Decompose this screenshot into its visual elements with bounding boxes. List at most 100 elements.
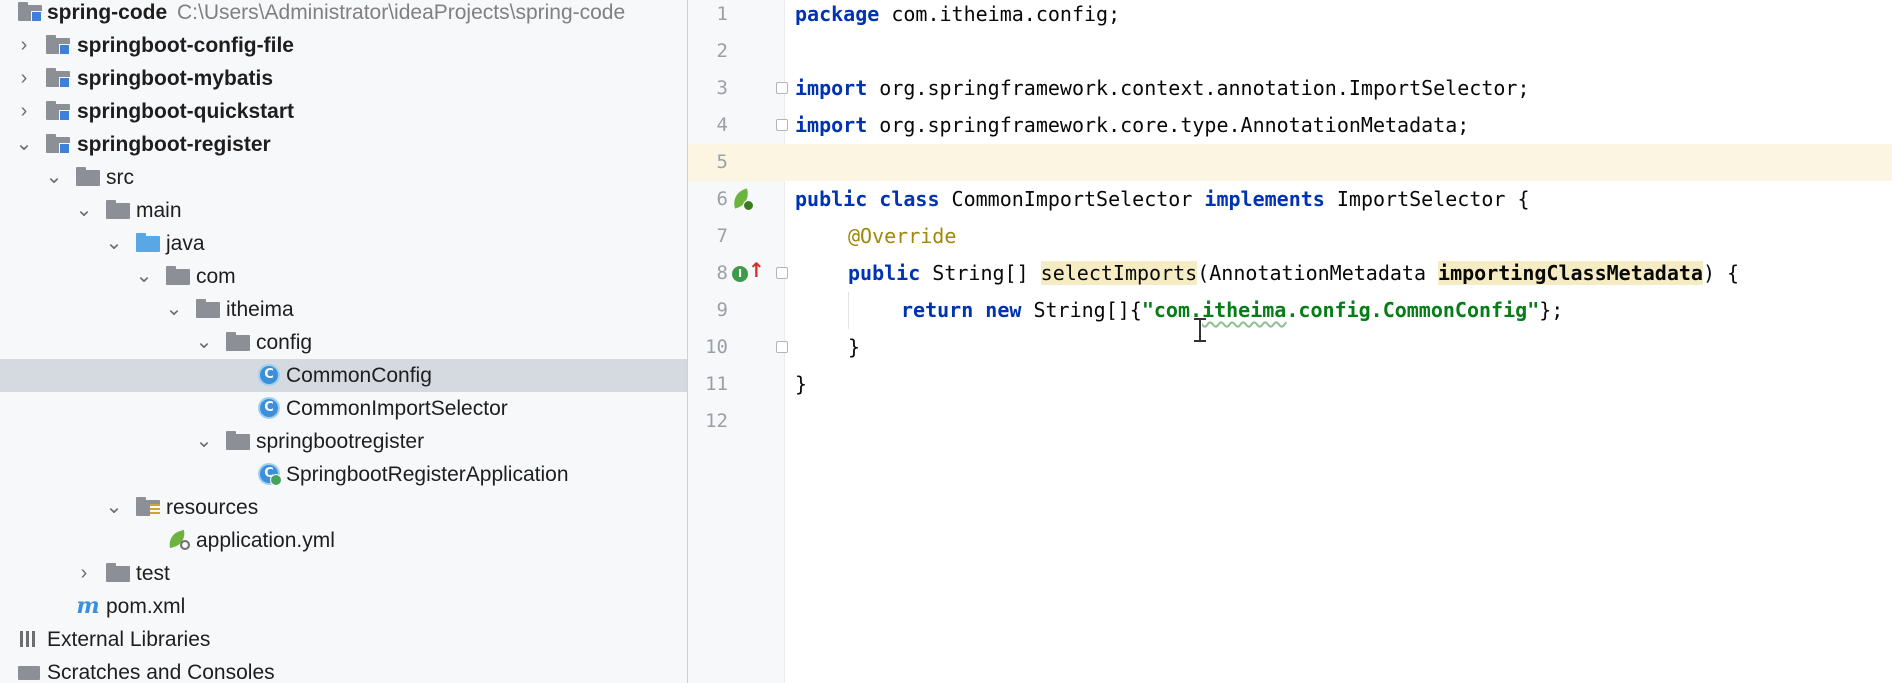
code-line[interactable]: 1 package com.itheima.config;: [688, 0, 1892, 33]
chevron-down-icon[interactable]: ⌄: [134, 264, 154, 288]
chevron-down-icon[interactable]: ⌄: [194, 429, 214, 453]
tree-item-label: External Libraries: [47, 628, 211, 651]
fold-icon[interactable]: [776, 267, 788, 279]
run-badge-icon: [270, 474, 282, 486]
tree-item-springboot-mybatis[interactable]: › springboot-mybatis: [0, 62, 687, 95]
chevron-down-icon[interactable]: ⌄: [194, 330, 214, 354]
spring-config-file-icon: [166, 529, 190, 550]
folder-icon: [106, 563, 130, 583]
code-line[interactable]: 2: [688, 33, 1892, 70]
chevron-down-icon[interactable]: ⌄: [104, 231, 124, 255]
module-folder-icon: [18, 2, 42, 22]
line-number: 8: [716, 262, 728, 284]
class-icon: C: [258, 364, 280, 386]
tree-item-label: test: [136, 562, 170, 585]
tree-item-label: springboot-mybatis: [77, 67, 274, 90]
tree-item-root[interactable]: spring-code C:\Users\Administrator\ideaP…: [0, 0, 687, 29]
chevron-down-icon[interactable]: ⌄: [14, 132, 34, 156]
module-folder-icon: [46, 101, 70, 121]
package-icon: [166, 266, 190, 286]
tree-item-label: com: [196, 265, 236, 288]
tree-item-resources[interactable]: ⌄ resources: [0, 491, 687, 524]
folder-icon: [76, 167, 100, 187]
maven-icon: m: [76, 593, 100, 619]
line-number: 4: [716, 114, 728, 136]
code-text: import org.springframework.core.type.Ann…: [795, 113, 1470, 137]
code-line[interactable]: 7 @Override: [688, 218, 1892, 255]
class-icon: C: [258, 397, 280, 419]
code-line[interactable]: 10 }: [688, 329, 1892, 366]
tree-item-commonimportselector[interactable]: C CommonImportSelector: [0, 392, 687, 425]
tree-item-label: pom.xml: [106, 595, 186, 618]
tree-item-config[interactable]: ⌄ config: [0, 326, 687, 359]
code-text: package com.itheima.config;: [795, 2, 1121, 26]
tree-item-springbootregister[interactable]: ⌄ springbootregister: [0, 425, 687, 458]
project-tree: spring-code C:\Users\Administrator\ideaP…: [0, 0, 687, 683]
chevron-down-icon[interactable]: ⌄: [164, 297, 184, 321]
code-line[interactable]: 4 import org.springframework.core.type.A…: [688, 107, 1892, 144]
folder-icon: [106, 200, 130, 220]
tree-item-label: springboot-quickstart: [77, 100, 295, 123]
source-folder-icon: [136, 233, 160, 253]
module-folder-icon: [46, 35, 70, 55]
tree-item-commonconfig[interactable]: C CommonConfig: [0, 359, 687, 392]
tree-item-external-libraries[interactable]: External Libraries: [0, 623, 687, 656]
tree-item-label: itheima: [226, 298, 294, 321]
tree-item-main[interactable]: ⌄ main: [0, 194, 687, 227]
tree-item-itheima[interactable]: ⌄ itheima: [0, 293, 687, 326]
line-number: 5: [688, 144, 728, 181]
code-text: @Override: [848, 224, 957, 248]
code-editor[interactable]: 1 package com.itheima.config; 2 3 import…: [688, 0, 1892, 683]
tree-item-src[interactable]: ⌄ src: [0, 161, 687, 194]
chevron-right-icon[interactable]: ›: [14, 66, 34, 90]
tree-item-springboot-quickstart[interactable]: › springboot-quickstart: [0, 95, 687, 128]
chevron-right-icon[interactable]: ›: [14, 33, 34, 57]
code-line[interactable]: 12: [688, 403, 1892, 440]
code-line[interactable]: 8 I ↑ public String[] selectImports(Annot…: [688, 255, 1892, 292]
tree-item-pom-xml[interactable]: m pom.xml: [0, 590, 687, 623]
tree-item-application-yml[interactable]: application.yml: [0, 524, 687, 557]
tree-item-scratches-and-consoles[interactable]: Scratches and Consoles: [0, 656, 687, 683]
scratches-icon: [18, 662, 42, 682]
tree-item-label: SpringbootRegisterApplication: [286, 463, 569, 486]
fold-icon[interactable]: [776, 119, 788, 131]
tree-item-label: Scratches and Consoles: [47, 661, 275, 683]
tree-item-test[interactable]: › test: [0, 557, 687, 590]
line-number: 7: [716, 225, 728, 247]
tree-item-label: config: [256, 331, 313, 354]
tree-item-label: springboot-register: [77, 133, 271, 156]
package-icon: [226, 431, 250, 451]
code-line[interactable]: 9 return new String[]{"com.itheima.confi…: [688, 292, 1892, 329]
tree-item-label: main: [136, 199, 182, 222]
line-number: 3: [716, 77, 728, 99]
code-text: public String[] selectImports(Annotation…: [848, 261, 1740, 285]
code-text: }: [848, 335, 861, 359]
code-line[interactable]: 6 public class CommonImportSelector impl…: [688, 181, 1892, 218]
chevron-down-icon[interactable]: ⌄: [74, 198, 94, 222]
code-line[interactable]: 3 import org.springframework.context.ann…: [688, 70, 1892, 107]
tree-item-springbootregisterapplication[interactable]: C SpringbootRegisterApplication: [0, 458, 687, 491]
fold-icon[interactable]: [776, 341, 788, 353]
project-path: C:\Users\Administrator\ideaProjects\spri…: [177, 1, 626, 24]
implements-method-gutter-icon[interactable]: I ↑: [732, 260, 765, 284]
chevron-down-icon[interactable]: ⌄: [44, 165, 64, 189]
code-text: public class CommonImportSelector implem…: [795, 187, 1530, 211]
chevron-right-icon[interactable]: ›: [14, 99, 34, 123]
spring-boot-class-icon: C: [258, 463, 282, 486]
spring-bean-gutter-icon[interactable]: [729, 187, 754, 211]
line-number: 2: [716, 40, 728, 62]
module-folder-icon: [46, 68, 70, 88]
line-number: 9: [716, 299, 728, 321]
tree-item-label: spring-code: [47, 1, 168, 24]
package-icon: [196, 299, 220, 319]
tree-item-java[interactable]: ⌄ java: [0, 227, 687, 260]
chevron-right-icon[interactable]: ›: [74, 561, 94, 585]
fold-icon[interactable]: [776, 82, 788, 94]
chevron-down-icon[interactable]: ⌄: [104, 495, 124, 519]
tree-item-springboot-register[interactable]: ⌄ springboot-register: [0, 128, 687, 161]
tree-item-label: CommonConfig: [286, 364, 432, 387]
code-line[interactable]: 11 }: [688, 366, 1892, 403]
tree-item-springboot-config-file[interactable]: › springboot-config-file: [0, 29, 687, 62]
code-line-current[interactable]: 5: [688, 144, 1892, 181]
tree-item-com[interactable]: ⌄ com: [0, 260, 687, 293]
